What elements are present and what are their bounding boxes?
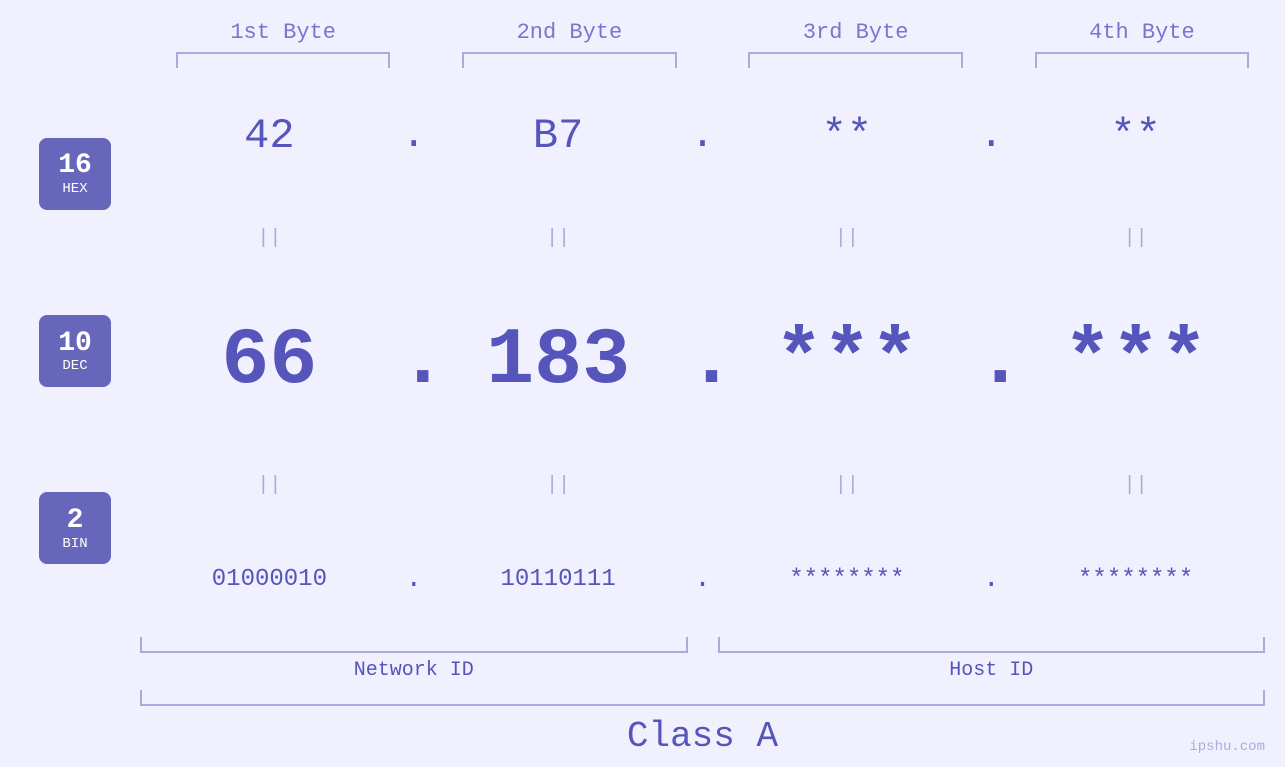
id-labels: Network ID Host ID [140, 659, 1265, 682]
dec-dot3: . [976, 316, 1006, 407]
bin-dot1: . [399, 564, 429, 595]
col-header-2: 2nd Byte [426, 20, 712, 45]
dec-byte3: *** [718, 316, 977, 407]
hex-dot3: . [976, 114, 1006, 159]
hex-badge-num: 16 [58, 151, 92, 182]
dec-badge-label: DEC [62, 359, 87, 373]
host-bottom-bracket [718, 637, 1266, 653]
main-container: 1st Byte 2nd Byte 3rd Byte 4th Byte 16 H… [0, 0, 1285, 767]
dec-byte2: 183 [429, 316, 688, 407]
hex-dot1: . [399, 114, 429, 159]
top-bracket-shape-1 [176, 52, 391, 68]
equals-row-2: || || || || [140, 474, 1265, 497]
hex-byte2: B7 [429, 112, 688, 160]
network-bottom-bracket [140, 637, 688, 653]
eq2-b2: || [429, 474, 688, 497]
top-bracket-4 [999, 50, 1285, 70]
bin-byte3: ******** [718, 566, 977, 593]
dec-dot1: . [399, 316, 429, 407]
bin-row: 01000010 . 10110111 . ******** . [140, 564, 1265, 595]
eq1-b1: || [140, 227, 399, 250]
bottom-bracket-section: Network ID Host ID Class A [0, 637, 1285, 767]
top-bracket-shape-4 [1035, 52, 1250, 68]
bin-badge-num: 2 [67, 506, 84, 537]
hex-badge-label: HEX [62, 182, 87, 196]
top-bracket-row [0, 50, 1285, 70]
top-bracket-1 [140, 50, 426, 70]
hex-badge: 16 HEX [39, 138, 111, 210]
outer-bottom-bracket [140, 690, 1265, 706]
eq2-b3: || [718, 474, 977, 497]
bin-badge-label: BIN [62, 537, 87, 551]
eq1-b2: || [429, 227, 688, 250]
dec-dot2: . [688, 316, 718, 407]
hex-byte3: ** [718, 112, 977, 160]
bin-dot3: . [976, 564, 1006, 595]
top-bracket-shape-3 [748, 52, 963, 68]
dec-byte1: 66 [140, 316, 399, 407]
bin-byte2: 10110111 [429, 566, 688, 593]
data-area: 42 . B7 . ** . ** [140, 70, 1285, 637]
header-row: 1st Byte 2nd Byte 3rd Byte 4th Byte [0, 20, 1285, 45]
host-id-label: Host ID [718, 659, 1266, 682]
hex-byte1: 42 [140, 112, 399, 160]
eq1-b3: || [718, 227, 977, 250]
bin-badge: 2 BIN [39, 492, 111, 564]
dec-badge-num: 10 [58, 329, 92, 360]
col-header-4: 4th Byte [999, 20, 1285, 45]
col-header-3: 3rd Byte [713, 20, 999, 45]
top-bracket-2 [426, 50, 712, 70]
dec-byte4: *** [1006, 316, 1265, 407]
equals-row-1: || || || || [140, 227, 1265, 250]
network-id-label: Network ID [140, 659, 688, 682]
hex-dot2: . [688, 114, 718, 159]
watermark: ipshu.com [1189, 739, 1265, 755]
bin-dot2: . [688, 564, 718, 595]
hex-byte4: ** [1006, 112, 1265, 160]
eq2-b1: || [140, 474, 399, 497]
top-bracket-shape-2 [462, 52, 677, 68]
class-label: Class A [627, 716, 778, 757]
content-wrapper: 16 HEX 10 DEC 2 BIN 42 . [0, 70, 1285, 637]
dec-row: 66 . 183 . *** . *** [140, 316, 1265, 407]
bin-byte1: 01000010 [140, 566, 399, 593]
hex-row: 42 . B7 . ** . ** [140, 112, 1265, 160]
class-label-row: Class A [140, 716, 1265, 757]
top-bracket-3 [713, 50, 999, 70]
eq2-b4: || [1006, 474, 1265, 497]
eq1-b4: || [1006, 227, 1265, 250]
inner-brackets [140, 637, 1265, 653]
bin-byte4: ******** [1006, 566, 1265, 593]
dec-badge: 10 DEC [39, 315, 111, 387]
col-header-1: 1st Byte [140, 20, 426, 45]
badges-column: 16 HEX 10 DEC 2 BIN [0, 70, 140, 637]
